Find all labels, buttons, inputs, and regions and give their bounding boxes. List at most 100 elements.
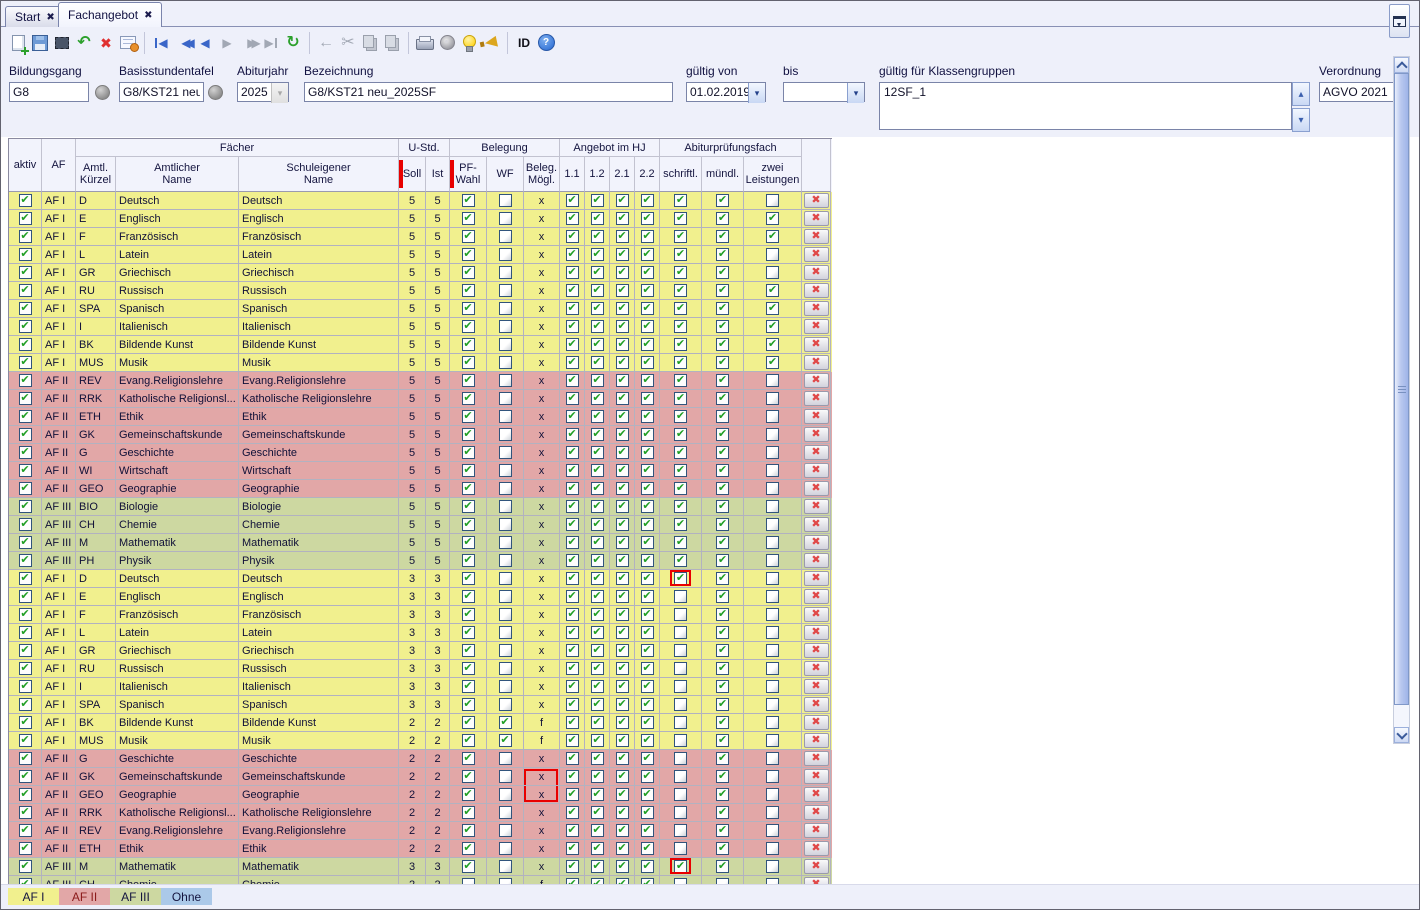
wf-checkbox-unchecked[interactable] bbox=[499, 554, 512, 567]
aktiv-checkbox-checked[interactable]: ✔ bbox=[19, 248, 32, 261]
hj-1-1-checkbox-checked[interactable]: ✔ bbox=[566, 644, 579, 657]
hj-2-1-checkbox-checked[interactable]: ✔ bbox=[616, 392, 629, 405]
hj-1-2-checkbox-checked[interactable]: ✔ bbox=[591, 698, 604, 711]
delete-row-button[interactable]: ✖ bbox=[804, 715, 829, 730]
hj-1-2-checkbox-checked[interactable]: ✔ bbox=[591, 212, 604, 225]
delete-row-button[interactable]: ✖ bbox=[804, 859, 829, 874]
hj-1-1-checkbox-checked[interactable]: ✔ bbox=[566, 356, 579, 369]
delete-row-button[interactable]: ✖ bbox=[804, 319, 829, 334]
hj-1-2-checkbox-checked[interactable]: ✔ bbox=[591, 842, 604, 855]
pf-wahl-checkbox-checked[interactable]: ✔ bbox=[462, 608, 475, 621]
new-record-button[interactable] bbox=[7, 32, 29, 54]
hj-2-2-checkbox-checked[interactable]: ✔ bbox=[641, 590, 654, 603]
schriftl-checkbox-checked[interactable]: ✔ bbox=[674, 284, 687, 297]
zwei-leistungen-checkbox-unchecked[interactable] bbox=[766, 194, 779, 207]
wf-checkbox-unchecked[interactable] bbox=[499, 284, 512, 297]
hj-2-2-checkbox-checked[interactable]: ✔ bbox=[641, 356, 654, 369]
schriftl-checkbox-checked[interactable]: ✔ bbox=[674, 500, 687, 513]
first-record-button[interactable]: ◀ bbox=[150, 32, 172, 54]
schriftl-checkbox-checked[interactable]: ✔ bbox=[674, 356, 687, 369]
klassengruppen-scroll-down[interactable]: ▾ bbox=[1292, 108, 1310, 132]
schriftl-checkbox-checked[interactable]: ✔ bbox=[674, 464, 687, 477]
hj-1-1-checkbox-checked[interactable]: ✔ bbox=[566, 266, 579, 279]
schriftl-checkbox-checked[interactable]: ✔ bbox=[674, 230, 687, 243]
delete-row-button[interactable]: ✖ bbox=[804, 517, 829, 532]
hj-1-2-checkbox-checked[interactable]: ✔ bbox=[591, 446, 604, 459]
wf-checkbox-unchecked[interactable] bbox=[499, 626, 512, 639]
hj-2-1-checkbox-checked[interactable]: ✔ bbox=[616, 266, 629, 279]
pf-wahl-checkbox-checked[interactable]: ✔ bbox=[462, 590, 475, 603]
hj-2-2-checkbox-checked[interactable]: ✔ bbox=[641, 770, 654, 783]
hj-2-2-checkbox-checked[interactable]: ✔ bbox=[641, 266, 654, 279]
hj-2-2-checkbox-checked[interactable]: ✔ bbox=[641, 662, 654, 675]
zwei-leistungen-checkbox-unchecked[interactable] bbox=[766, 698, 779, 711]
schriftl-checkbox-checked[interactable]: ✔ bbox=[674, 428, 687, 441]
edit-form-button[interactable] bbox=[117, 32, 139, 54]
muendl-checkbox-checked[interactable]: ✔ bbox=[716, 572, 729, 585]
muendl-checkbox-checked[interactable]: ✔ bbox=[716, 248, 729, 261]
schriftl-checkbox-unchecked[interactable] bbox=[674, 680, 687, 693]
muendl-checkbox-checked[interactable]: ✔ bbox=[716, 626, 729, 639]
pf-wahl-checkbox-checked[interactable]: ✔ bbox=[462, 860, 475, 873]
hj-1-1-checkbox-checked[interactable]: ✔ bbox=[566, 788, 579, 801]
hj-1-1-checkbox-checked[interactable]: ✔ bbox=[566, 284, 579, 297]
muendl-checkbox-checked[interactable]: ✔ bbox=[716, 608, 729, 621]
hj-2-1-checkbox-checked[interactable]: ✔ bbox=[616, 356, 629, 369]
pf-wahl-checkbox-checked[interactable]: ✔ bbox=[462, 428, 475, 441]
hj-1-1-checkbox-checked[interactable]: ✔ bbox=[566, 464, 579, 477]
muendl-checkbox-checked[interactable]: ✔ bbox=[716, 464, 729, 477]
hj-2-1-checkbox-checked[interactable]: ✔ bbox=[616, 446, 629, 459]
hj-1-2-checkbox-checked[interactable]: ✔ bbox=[591, 392, 604, 405]
hj-1-2-checkbox-checked[interactable]: ✔ bbox=[591, 608, 604, 621]
hj-2-1-checkbox-checked[interactable]: ✔ bbox=[616, 410, 629, 423]
hj-2-2-checkbox-checked[interactable]: ✔ bbox=[641, 482, 654, 495]
zwei-leistungen-checkbox-unchecked[interactable] bbox=[766, 374, 779, 387]
delete-row-button[interactable]: ✖ bbox=[804, 805, 829, 820]
pf-wahl-checkbox-checked[interactable]: ✔ bbox=[462, 734, 475, 747]
wf-checkbox-checked[interactable]: ✔ bbox=[499, 734, 512, 747]
hj-2-1-checkbox-checked[interactable]: ✔ bbox=[616, 662, 629, 675]
zwei-leistungen-checkbox-unchecked[interactable] bbox=[766, 392, 779, 405]
wf-checkbox-unchecked[interactable] bbox=[499, 518, 512, 531]
hj-1-2-checkbox-checked[interactable]: ✔ bbox=[591, 716, 604, 729]
aktiv-checkbox-checked[interactable]: ✔ bbox=[19, 752, 32, 765]
delete-row-button[interactable]: ✖ bbox=[804, 445, 829, 460]
delete-row-button[interactable]: ✖ bbox=[804, 625, 829, 640]
hj-2-1-checkbox-checked[interactable]: ✔ bbox=[616, 212, 629, 225]
muendl-checkbox-checked[interactable]: ✔ bbox=[716, 770, 729, 783]
pf-wahl-checkbox-checked[interactable]: ✔ bbox=[462, 842, 475, 855]
hj-2-2-checkbox-checked[interactable]: ✔ bbox=[641, 194, 654, 207]
delete-record-button[interactable]: ✖ bbox=[95, 32, 117, 54]
muendl-checkbox-checked[interactable]: ✔ bbox=[716, 662, 729, 675]
hj-2-2-checkbox-checked[interactable]: ✔ bbox=[641, 860, 654, 873]
hj-1-1-checkbox-checked[interactable]: ✔ bbox=[566, 572, 579, 585]
schriftl-checkbox-unchecked[interactable] bbox=[674, 752, 687, 765]
aktiv-checkbox-checked[interactable]: ✔ bbox=[19, 842, 32, 855]
pf-wahl-checkbox-checked[interactable]: ✔ bbox=[462, 752, 475, 765]
zwei-leistungen-checkbox-checked[interactable]: ✔ bbox=[766, 320, 779, 333]
muendl-checkbox-checked[interactable]: ✔ bbox=[716, 734, 729, 747]
hj-1-2-checkbox-checked[interactable]: ✔ bbox=[591, 500, 604, 513]
delete-row-button[interactable]: ✖ bbox=[804, 337, 829, 352]
wf-checkbox-unchecked[interactable] bbox=[499, 842, 512, 855]
hj-1-1-checkbox-checked[interactable]: ✔ bbox=[566, 500, 579, 513]
schriftl-checkbox-checked[interactable]: ✔ bbox=[674, 860, 687, 873]
zwei-leistungen-checkbox-checked[interactable]: ✔ bbox=[766, 338, 779, 351]
hj-1-2-checkbox-checked[interactable]: ✔ bbox=[591, 428, 604, 441]
pf-wahl-checkbox-checked[interactable]: ✔ bbox=[462, 464, 475, 477]
delete-row-button[interactable]: ✖ bbox=[804, 553, 829, 568]
scrollbar-thumb[interactable] bbox=[1394, 73, 1409, 705]
hj-2-2-checkbox-checked[interactable]: ✔ bbox=[641, 788, 654, 801]
delete-row-button[interactable]: ✖ bbox=[804, 661, 829, 676]
hj-1-1-checkbox-checked[interactable]: ✔ bbox=[566, 518, 579, 531]
pf-wahl-checkbox-checked[interactable]: ✔ bbox=[462, 266, 475, 279]
hj-2-1-checkbox-checked[interactable]: ✔ bbox=[616, 320, 629, 333]
aktiv-checkbox-checked[interactable]: ✔ bbox=[19, 770, 32, 783]
hj-1-1-checkbox-checked[interactable]: ✔ bbox=[566, 446, 579, 459]
pf-wahl-checkbox-checked[interactable]: ✔ bbox=[462, 770, 475, 783]
print-button[interactable] bbox=[414, 32, 436, 54]
hj-1-1-checkbox-checked[interactable]: ✔ bbox=[566, 752, 579, 765]
pf-wahl-checkbox-checked[interactable]: ✔ bbox=[462, 806, 475, 819]
pf-wahl-checkbox-checked[interactable]: ✔ bbox=[462, 554, 475, 567]
muendl-checkbox-checked[interactable]: ✔ bbox=[716, 266, 729, 279]
